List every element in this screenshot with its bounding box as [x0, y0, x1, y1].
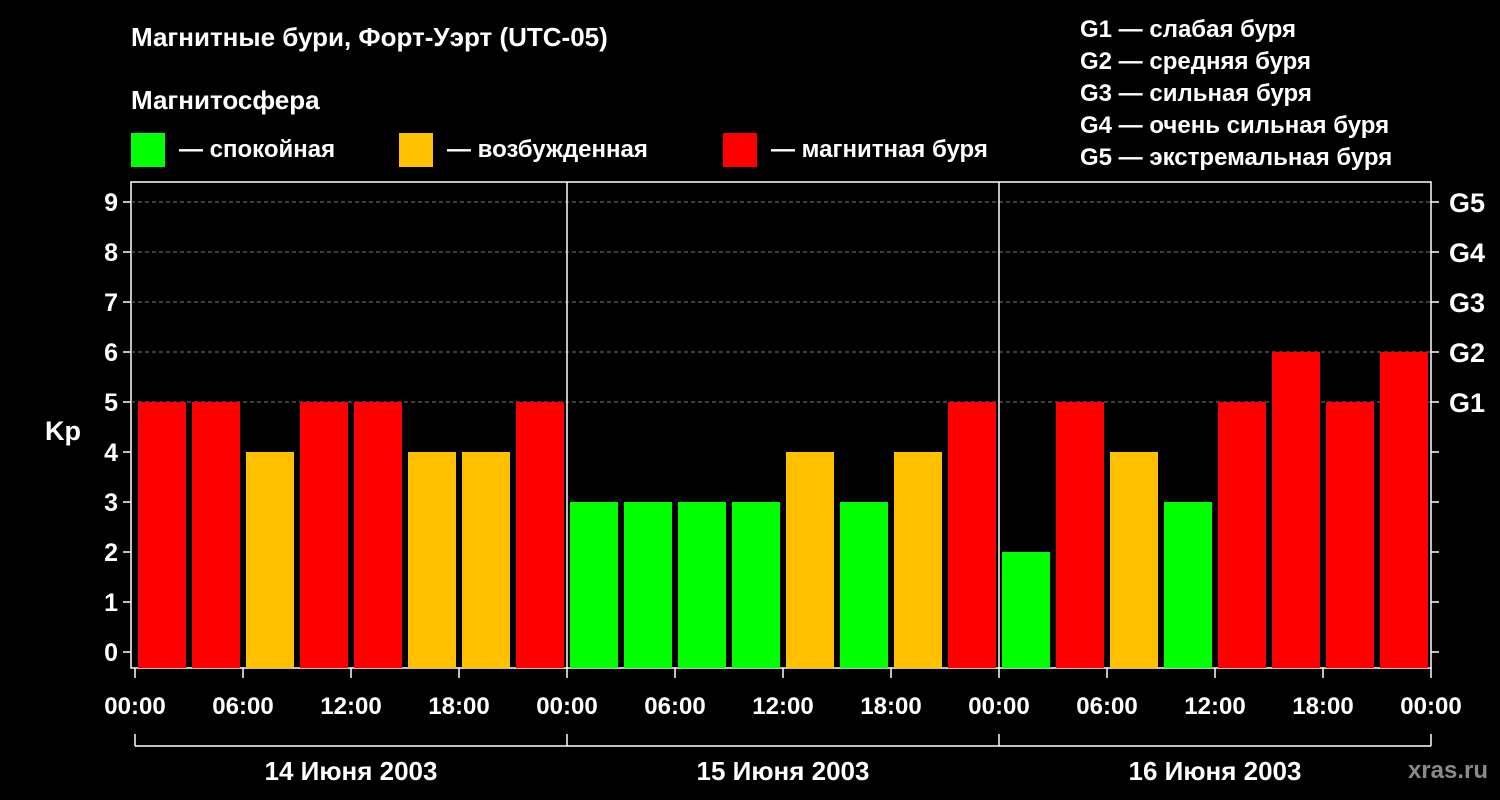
- x-tick-label: 00:00: [536, 693, 597, 720]
- g-level-label: G2: [1449, 338, 1485, 368]
- x-tick-label: 18:00: [860, 693, 921, 720]
- day-label: 14 Июня 2003: [265, 756, 438, 786]
- day-label: 16 Июня 2003: [1129, 756, 1302, 786]
- x-tick-label: 00:00: [104, 693, 165, 720]
- bar-23: [1326, 402, 1374, 668]
- watermark: xras.ru: [1407, 757, 1488, 784]
- bar-1: [138, 402, 186, 668]
- bar-19: [1110, 452, 1158, 668]
- bar-3: [246, 452, 294, 668]
- x-tick-label: 00:00: [1400, 693, 1461, 720]
- x-tick-label: 06:00: [644, 693, 705, 720]
- y-tick-label: 4: [104, 439, 118, 467]
- bar-8: [516, 402, 564, 668]
- bar-7: [462, 452, 510, 668]
- bar-5: [354, 402, 402, 668]
- bar-24: [1380, 352, 1428, 668]
- bar-6: [408, 452, 456, 668]
- bar-17: [1002, 552, 1050, 668]
- y-tick-label: 0: [104, 639, 118, 667]
- x-tick-label: 06:00: [1076, 693, 1137, 720]
- x-tick-label: 12:00: [320, 693, 381, 720]
- bar-2: [192, 402, 240, 668]
- y-tick-label: 2: [104, 539, 118, 567]
- y-axis-label: Kp: [45, 416, 81, 446]
- x-tick-label: 12:00: [752, 693, 813, 720]
- x-tick-label: 00:00: [968, 693, 1029, 720]
- day-label: 15 Июня 2003: [697, 756, 870, 786]
- y-tick-label: 7: [104, 289, 118, 317]
- g-level-label: G4: [1449, 238, 1485, 268]
- bar-9: [570, 502, 618, 668]
- bar-10: [624, 502, 672, 668]
- bar-20: [1164, 502, 1212, 668]
- bar-21: [1218, 402, 1266, 668]
- bar-18: [1056, 402, 1104, 668]
- bar-15: [894, 452, 942, 668]
- x-tick-label: 18:00: [1292, 693, 1353, 720]
- bar-11: [678, 502, 726, 668]
- g-level-label: G3: [1449, 288, 1485, 318]
- x-tick-label: 18:00: [428, 693, 489, 720]
- x-tick-label: 12:00: [1184, 693, 1245, 720]
- g-level-label: G5: [1449, 188, 1485, 218]
- bar-13: [786, 452, 834, 668]
- y-tick-label: 6: [104, 339, 118, 367]
- bar-16: [948, 402, 996, 668]
- bar-12: [732, 502, 780, 668]
- kp-bar-chart: 0 1 2 3 4 5 6 7 8 9 Kp G1 G2 G3 G4 G5 00:00 06:00 12:00 18:…: [45, 181, 1485, 786]
- bar-14: [840, 502, 888, 668]
- y-tick-label: 3: [104, 489, 118, 517]
- g-level-label: G1: [1449, 388, 1485, 418]
- bar-4: [300, 402, 348, 668]
- y-tick-label: 8: [104, 239, 118, 267]
- y-tick-label: 1: [104, 589, 118, 617]
- x-tick-label: 06:00: [212, 693, 273, 720]
- y-tick-label: 5: [104, 389, 118, 417]
- y-tick-label: 9: [104, 189, 118, 217]
- bar-22: [1272, 352, 1320, 668]
